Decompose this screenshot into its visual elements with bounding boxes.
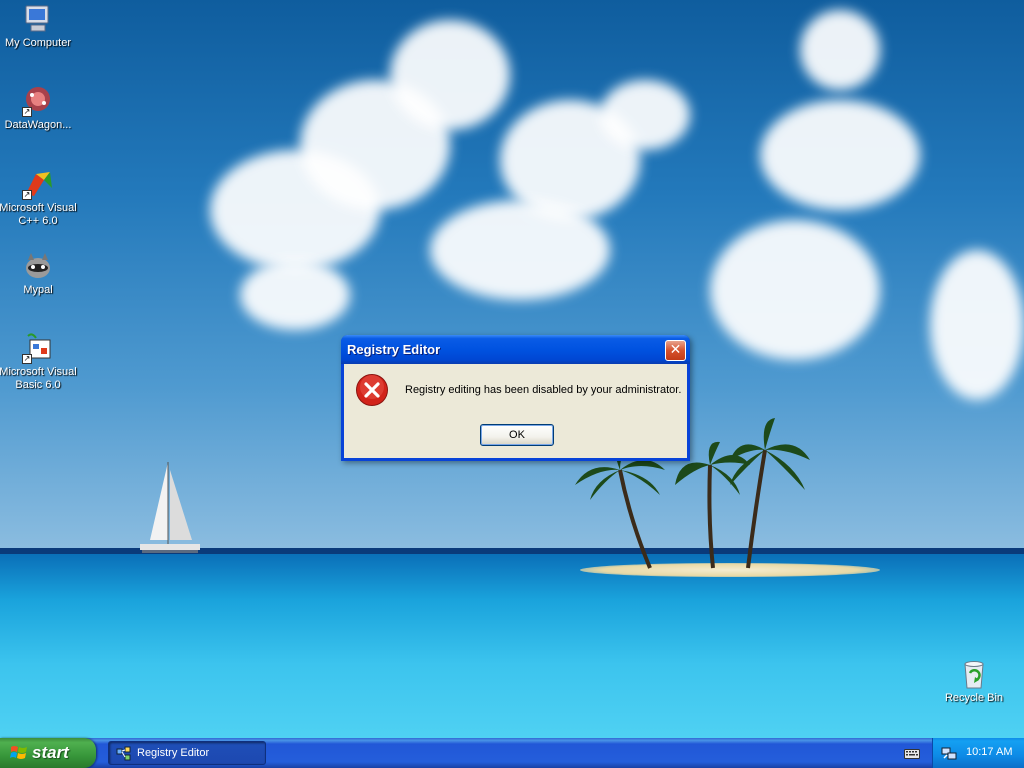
start-button[interactable]: start: [0, 738, 96, 768]
windows-logo-icon: [10, 746, 27, 759]
taskbar-button-label: Registry Editor: [137, 747, 210, 759]
sailboat-image: [140, 462, 200, 553]
keyboard-icon[interactable]: [904, 746, 920, 760]
desktop-icon-label: DataWagon...: [4, 119, 72, 131]
desktop-icon-datawagon[interactable]: ↗ DataWagon...: [0, 85, 78, 132]
desktop-icon-label: Microsoft Visual Basic 6.0: [0, 366, 77, 391]
dialog-title-bar[interactable]: Registry Editor ✕: [341, 335, 690, 364]
desktop-icon-label: Recycle Bin: [944, 692, 1004, 704]
wallpaper-cloud: [600, 80, 690, 150]
my-computer-icon: [22, 3, 54, 35]
taskbar-button-registry-editor[interactable]: Registry Editor: [108, 741, 266, 765]
registry-editor-icon: [116, 746, 131, 761]
visual-cpp-icon: ↗: [22, 168, 54, 200]
wallpaper-cloud: [240, 260, 350, 330]
desktop-icon-visual-cpp[interactable]: ↗ Microsoft Visual C++ 6.0: [0, 168, 78, 228]
shortcut-arrow-icon: ↗: [22, 354, 32, 364]
desktop-icon-visual-basic[interactable]: ↗ Microsoft Visual Basic 6.0: [0, 332, 78, 392]
wallpaper-cloud: [390, 20, 510, 130]
visual-basic-icon: ↗: [22, 332, 54, 364]
desktop-icon-my-computer[interactable]: My Computer: [0, 3, 78, 50]
clock[interactable]: 10:17 AM: [966, 746, 1012, 758]
ok-button[interactable]: OK: [480, 424, 554, 446]
error-icon: [355, 373, 389, 407]
wallpaper-cloud: [760, 100, 920, 210]
system-tray: 10:17 AM: [932, 738, 1024, 768]
datawagon-icon: ↗: [22, 85, 54, 117]
network-icon[interactable]: [941, 745, 957, 761]
dialog-title: Registry Editor: [347, 342, 441, 357]
wallpaper-cloud: [930, 250, 1024, 400]
taskbar: start Registry Editor 10:17 AM: [0, 738, 1024, 768]
desktop-icon-label: Mypal: [23, 284, 53, 296]
wallpaper-cloud: [430, 200, 610, 300]
close-button[interactable]: ✕: [665, 340, 686, 361]
dialog-message: Registry editing has been disabled by yo…: [405, 384, 682, 396]
wallpaper-cloud: [800, 10, 880, 90]
desktop-icon-mypal[interactable]: Mypal: [0, 250, 78, 297]
desktop-icon-recycle-bin[interactable]: Recycle Bin: [934, 658, 1014, 705]
wallpaper-cloud: [710, 220, 880, 360]
shortcut-arrow-icon: ↗: [22, 107, 32, 117]
shortcut-arrow-icon: ↗: [22, 190, 32, 200]
wallpaper-sea: [0, 554, 1024, 738]
desktop-icon-label: Microsoft Visual C++ 6.0: [0, 202, 77, 227]
close-icon: ✕: [669, 342, 682, 358]
registry-editor-dialog: Registry Editor ✕ Registry editing has b…: [341, 335, 690, 461]
recycle-bin-icon: [958, 658, 990, 690]
desktop-icon-label: My Computer: [4, 37, 72, 49]
start-label: start: [32, 743, 69, 762]
mypal-icon: [22, 250, 54, 282]
